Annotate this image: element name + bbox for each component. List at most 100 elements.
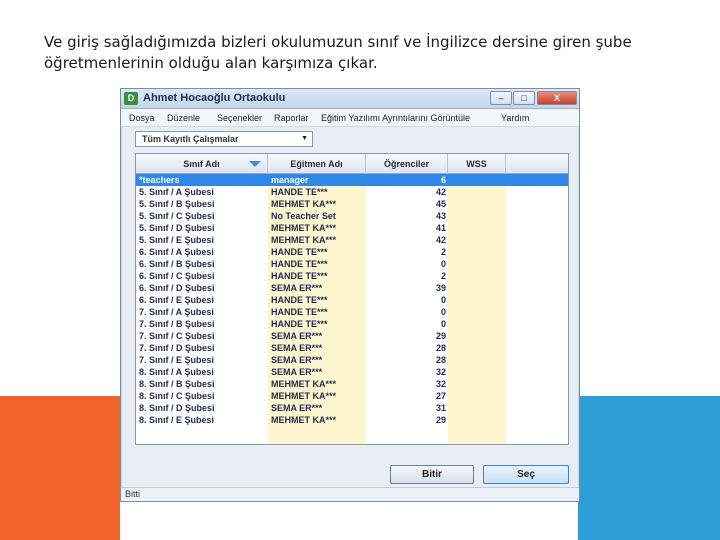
cell-class-name: 5. Sınıf / A Şubesi	[139, 187, 214, 197]
table-row[interactable]: 6. Sınıf / E Şubesi HANDE TE*** 0	[136, 294, 568, 306]
table-row[interactable]: 7. Sınıf / C Şubesi SEMA ER*** 29	[136, 330, 568, 342]
table-row[interactable]: 8. Sınıf / A Şubesi SEMA ER*** 32	[136, 366, 568, 378]
table-row[interactable]: 8. Sınıf / E Şubesi MEHMET KA*** 29	[136, 414, 568, 426]
table-row[interactable]: 7. Sınıf / E Şubesi SEMA ER*** 28	[136, 354, 568, 366]
cell-students: 32	[435, 379, 446, 389]
select-button[interactable]: Seç	[483, 465, 569, 484]
cell-teacher-name: HANDE TE***	[271, 271, 328, 281]
cell-wss	[448, 306, 506, 318]
cell-teacher-name: HANDE TE***	[271, 307, 328, 317]
table-row[interactable]: 6. Sınıf / B Şubesi HANDE TE*** 0	[136, 258, 568, 270]
finish-button[interactable]: Bitir	[390, 465, 474, 484]
table-row[interactable]: 7. Sınıf / A Şubesi HANDE TE*** 0	[136, 306, 568, 318]
cell-teacher-name: manager	[271, 175, 309, 185]
cell-teacher-name: MEHMET KA***	[271, 235, 337, 245]
cell-teacher-name: SEMA ER***	[271, 367, 323, 377]
cell-class-name: 7. Sınıf / A Şubesi	[139, 307, 214, 317]
column-header-class-name[interactable]: Sınıf Adı	[136, 154, 268, 174]
cell-teacher-name: No Teacher Set	[271, 211, 336, 221]
cell-wss	[448, 390, 506, 402]
cell-class-name: 6. Sınıf / D Şubesi	[139, 283, 215, 293]
status-bar: Bitti	[121, 487, 579, 501]
cell-students: 0	[440, 319, 446, 329]
menu-duzenle[interactable]: Düzenle	[167, 113, 200, 123]
cell-class-name: 5. Sınıf / C Şubesi	[139, 211, 215, 221]
table-row[interactable]: 7. Sınıf / B Şubesi HANDE TE*** 0	[136, 318, 568, 330]
minimize-button[interactable]: –	[490, 91, 512, 105]
cell-teacher-name: MEHMET KA***	[271, 199, 337, 209]
cell-teacher-name: HANDE TE***	[271, 295, 328, 305]
cell-students: 0	[440, 259, 446, 269]
table-row[interactable]: 5. Sınıf / B Şubesi MEHMET KA*** 45	[136, 198, 568, 210]
close-button[interactable]: X	[537, 91, 577, 105]
cell-teacher-name: MEHMET KA***	[271, 223, 337, 233]
cell-students: 28	[435, 343, 446, 353]
cell-wss	[448, 378, 506, 390]
maximize-button[interactable]: □	[513, 91, 535, 105]
title-bar[interactable]: D Ahmet Hocaoğlu Ortaokulu – □ X	[121, 89, 579, 109]
table-row[interactable]: 5. Sınıf / A Şubesi HANDE TE*** 42	[136, 186, 568, 198]
cell-class-name: 7. Sınıf / C Şubesi	[139, 331, 215, 341]
table-row[interactable]: 5. Sınıf / D Şubesi MEHMET KA*** 41	[136, 222, 568, 234]
column-header-teacher-name[interactable]: Eğitmen Adı	[268, 154, 366, 174]
cell-students: 2	[440, 271, 446, 281]
cell-teacher-name: MEHMET KA***	[271, 391, 337, 401]
menu-raporlar[interactable]: Raporlar	[274, 113, 309, 123]
cell-students: 27	[435, 391, 446, 401]
slide-caption: Ve giriş sağladığımızda bizleri okulumuz…	[44, 32, 684, 74]
cell-class-name: 5. Sınıf / D Şubesi	[139, 223, 215, 233]
menu-dosya[interactable]: Dosya	[129, 113, 155, 123]
cell-wss	[448, 294, 506, 306]
cell-class-name: *teachers	[139, 175, 180, 185]
table-row[interactable]: *teachers manager 6	[136, 174, 568, 186]
table-row[interactable]: 7. Sınıf / D Şubesi SEMA ER*** 28	[136, 342, 568, 354]
cell-wss	[448, 198, 506, 210]
cell-wss	[448, 342, 506, 354]
chevron-down-icon: ▼	[301, 135, 308, 142]
cell-teacher-name: HANDE TE***	[271, 187, 328, 197]
cell-students: 41	[435, 223, 446, 233]
cell-wss	[448, 246, 506, 258]
menu-bar: Dosya Düzenle Seçenekler Raporlar Eğitim…	[121, 109, 579, 127]
cell-teacher-name: SEMA ER***	[271, 343, 323, 353]
cell-class-name: 8. Sınıf / C Şubesi	[139, 391, 215, 401]
cell-students: 0	[440, 307, 446, 317]
menu-egitim-yazilimi[interactable]: Eğitim Yazılımı Ayrıntılarını Görüntüle	[321, 113, 470, 123]
cell-students: 31	[435, 403, 446, 413]
cell-students: 0	[440, 295, 446, 305]
cell-teacher-name: HANDE TE***	[271, 259, 328, 269]
column-header-wss[interactable]: WSS	[448, 154, 506, 174]
cell-wss	[448, 282, 506, 294]
cell-wss	[448, 366, 506, 378]
cell-class-name: 6. Sınıf / B Şubesi	[139, 259, 215, 269]
cell-class-name: 5. Sınıf / E Şubesi	[139, 235, 215, 245]
table-row[interactable]: 5. Sınıf / E Şubesi MEHMET KA*** 42	[136, 234, 568, 246]
cell-wss	[448, 414, 506, 426]
table-row[interactable]: 5. Sınıf / C Şubesi No Teacher Set 43	[136, 210, 568, 222]
app-icon: D	[124, 92, 138, 105]
menu-secenekler[interactable]: Seçenekler	[217, 113, 262, 123]
table-row[interactable]: 6. Sınıf / A Şubesi HANDE TE*** 2	[136, 246, 568, 258]
sort-down-icon	[249, 161, 261, 167]
column-header-students[interactable]: Öğrenciler	[366, 154, 448, 174]
cell-wss	[448, 330, 506, 342]
cell-wss	[448, 210, 506, 222]
cell-students: 45	[435, 199, 446, 209]
table-row[interactable]: 8. Sınıf / D Şubesi SEMA ER*** 31	[136, 402, 568, 414]
cell-teacher-name: SEMA ER***	[271, 283, 323, 293]
cell-wss	[448, 174, 506, 186]
decorative-orange-block	[0, 396, 120, 540]
cell-wss	[448, 186, 506, 198]
table-row[interactable]: 6. Sınıf / C Şubesi HANDE TE*** 2	[136, 270, 568, 282]
cell-class-name: 6. Sınıf / E Şubesi	[139, 295, 215, 305]
table-row[interactable]: 6. Sınıf / D Şubesi SEMA ER*** 39	[136, 282, 568, 294]
cell-class-name: 8. Sınıf / D Şubesi	[139, 403, 215, 413]
cell-teacher-name: HANDE TE***	[271, 247, 328, 257]
table-row[interactable]: 8. Sınıf / B Şubesi MEHMET KA*** 32	[136, 378, 568, 390]
filter-selected-value: Tüm Kayıtlı Çalışmalar	[142, 134, 239, 144]
menu-yardim[interactable]: Yardım	[501, 113, 529, 123]
table-row[interactable]: 8. Sınıf / C Şubesi MEHMET KA*** 27	[136, 390, 568, 402]
cell-wss	[448, 234, 506, 246]
cell-class-name: 8. Sınıf / E Şubesi	[139, 415, 215, 425]
filter-dropdown[interactable]: Tüm Kayıtlı Çalışmalar ▼	[135, 131, 313, 147]
